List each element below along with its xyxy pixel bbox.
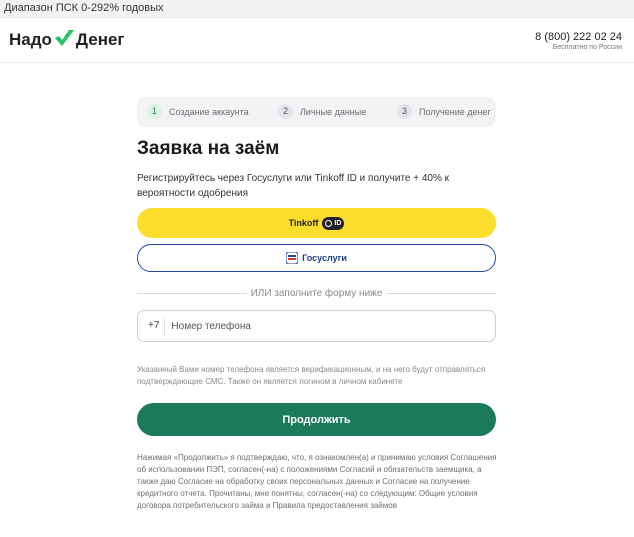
logo-text-left: Надо — [9, 30, 52, 49]
step-label: Получение денег — [419, 106, 491, 117]
step-get-money: 3 Получение денег — [397, 104, 491, 119]
gosuslugi-label: Госуслуги — [302, 253, 347, 263]
logo[interactable]: Надо Денег — [9, 28, 125, 52]
phone-field[interactable]: +7 Номер телефона — [137, 310, 496, 342]
gosuslugi-icon — [286, 252, 299, 264]
site-header: Надо Денег 8 (800) 222 02 24 Бесплатно п… — [0, 18, 634, 63]
tinkoff-id-icon: ID — [322, 216, 345, 230]
phone-prefix: +7 — [138, 317, 166, 335]
checkmark-logo-icon — [54, 30, 74, 46]
step-number: 2 — [278, 104, 293, 119]
step-label: Личные данные — [300, 106, 367, 117]
step-create-account: 1 Создание аккаунта — [147, 104, 249, 119]
step-label: Создание аккаунта — [169, 106, 249, 117]
psk-range-text: Диапазон ПСК 0-292% годовых — [4, 2, 164, 14]
step-number: 3 — [397, 104, 412, 119]
top-info-bar: Диапазон ПСК 0-292% годовых — [0, 0, 634, 18]
page-subtitle: Регистрируйтесь через Госуслуги или Tink… — [137, 173, 450, 199]
tinkoff-id-badge: ID — [334, 219, 342, 227]
phone-note: Бесплатно по России — [552, 44, 622, 51]
phone-hint: Указанный Вами номер телефона является в… — [137, 365, 486, 386]
step-personal-data: 2 Личные данные — [278, 104, 366, 119]
tinkoff-label: Tinkoff — [288, 218, 319, 228]
logo-text-right: Денег — [75, 30, 125, 49]
step-number: 1 — [147, 104, 162, 119]
continue-button[interactable]: Продолжить — [137, 403, 496, 436]
progress-steps: 1 Создание аккаунта 2 Личные данные 3 По… — [137, 97, 496, 127]
or-divider: ИЛИ заполните форму ниже — [137, 288, 496, 299]
phone-number[interactable]: 8 (800) 222 02 24 — [535, 31, 622, 43]
gosuslugi-button[interactable]: Госуслуги — [137, 244, 496, 272]
page-title: Заявка на заём — [137, 138, 280, 159]
legal-consent-text: Нажимая «Продолжить» я подтверждаю, что,… — [137, 453, 497, 510]
tinkoff-id-button[interactable]: Tinkoff ID — [137, 208, 496, 238]
phone-placeholder[interactable]: Номер телефона — [171, 321, 251, 332]
support-phone[interactable]: 8 (800) 222 02 24 Бесплатно по России — [535, 31, 622, 52]
divider-text: ИЛИ заполните форму ниже — [250, 288, 383, 299]
